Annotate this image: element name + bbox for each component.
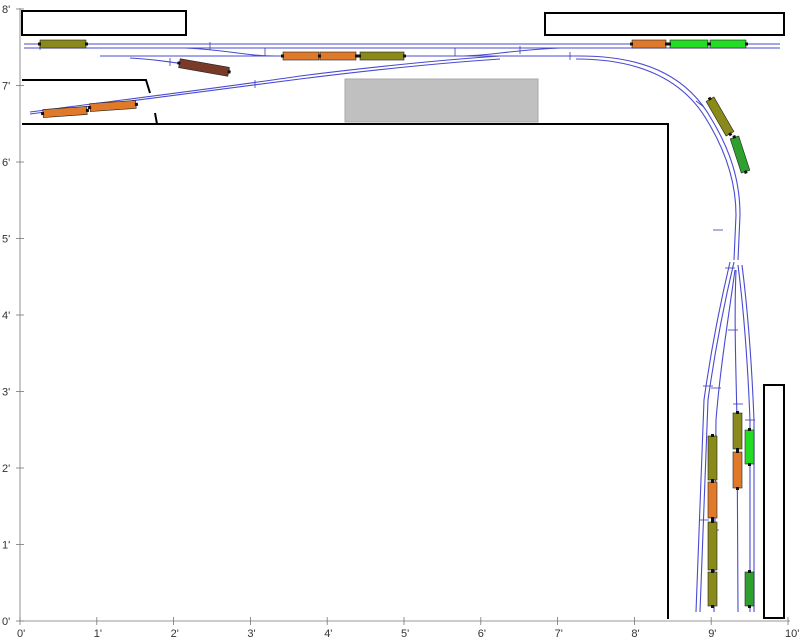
coupler bbox=[355, 54, 358, 58]
coupler bbox=[630, 42, 633, 46]
main-benchwork-edge bbox=[22, 112, 669, 619]
rail-car-orange bbox=[42, 106, 88, 118]
x-tick-label: 6' bbox=[478, 628, 486, 640]
rail-car-orange bbox=[89, 100, 137, 112]
coupler bbox=[736, 487, 739, 490]
top-right-shelf bbox=[544, 12, 785, 36]
coupler bbox=[711, 570, 714, 573]
coupler bbox=[318, 54, 321, 58]
y-tick-label: 0' bbox=[2, 616, 10, 628]
coupler bbox=[748, 605, 751, 608]
rail-car-orange bbox=[707, 481, 718, 519]
y-tick-label: 6' bbox=[2, 157, 10, 169]
x-tick-label: 9' bbox=[708, 628, 716, 640]
rail-car-olive bbox=[707, 571, 718, 607]
y-tick-label: 3' bbox=[2, 387, 10, 399]
right-side-shelf bbox=[763, 384, 785, 619]
track-network bbox=[24, 42, 780, 613]
coupler bbox=[711, 434, 714, 437]
x-tick-label: 10' bbox=[785, 628, 799, 640]
y-tick-label: 4' bbox=[2, 310, 10, 322]
coupler bbox=[748, 428, 751, 431]
rail-car-olive bbox=[359, 51, 405, 61]
coupler bbox=[745, 42, 748, 46]
y-axis-ticks: 0' 1' 2' 3' 4' 5' 6' 7' 8' bbox=[2, 4, 24, 628]
rail-car-olive bbox=[707, 521, 718, 571]
coupler bbox=[711, 480, 714, 483]
rail-car-green bbox=[709, 39, 747, 49]
rail-car-olive bbox=[39, 39, 87, 49]
x-tick-label: 4' bbox=[324, 628, 332, 640]
rail-car-orange bbox=[319, 51, 357, 61]
rail-car-olive bbox=[707, 435, 718, 481]
coupler bbox=[281, 54, 284, 58]
coupler bbox=[708, 42, 711, 46]
coupler bbox=[177, 61, 181, 65]
x-tick-label: 2' bbox=[171, 628, 179, 640]
track-plan-diagram: 0' 1' 2' 3' 4' 5' 6' 7' 8' 9' 10' 0' 1' 2' 3' 4' 5' 6' 7'… bbox=[2, 4, 799, 640]
rail-car-olive bbox=[732, 412, 743, 450]
coupler bbox=[668, 42, 671, 46]
coupler bbox=[748, 463, 751, 466]
coupler bbox=[711, 520, 714, 523]
rolling-stock bbox=[38, 39, 755, 608]
rail-car-orange bbox=[631, 39, 667, 49]
y-tick-label: 1' bbox=[2, 540, 10, 552]
y-tick-label: 7' bbox=[2, 81, 10, 93]
coupler bbox=[38, 42, 41, 46]
y-tick-label: 5' bbox=[2, 234, 10, 246]
rail-car-green bbox=[669, 39, 709, 49]
coupler bbox=[403, 54, 406, 58]
coupler bbox=[134, 102, 139, 106]
structure-block bbox=[344, 78, 539, 123]
rail-car-green bbox=[744, 429, 755, 465]
coupler bbox=[736, 450, 739, 453]
top-left-shelf bbox=[21, 10, 187, 36]
coupler bbox=[87, 106, 92, 110]
coupler bbox=[711, 517, 714, 520]
coupler bbox=[358, 54, 361, 58]
coupler bbox=[748, 570, 751, 573]
upper-left-step-edge bbox=[22, 79, 151, 94]
x-tick-label: 8' bbox=[631, 628, 639, 640]
coupler bbox=[40, 111, 45, 116]
rail-car-dark-green bbox=[744, 571, 755, 607]
x-tick-label: 3' bbox=[247, 628, 255, 640]
x-tick-label: 1' bbox=[94, 628, 102, 640]
y-tick-label: 8' bbox=[2, 4, 10, 16]
x-tick-label: 5' bbox=[401, 628, 409, 640]
coupler bbox=[85, 108, 90, 113]
coupler bbox=[736, 411, 739, 414]
rail-car-brown bbox=[178, 58, 230, 77]
x-tick-label: 7' bbox=[555, 628, 563, 640]
x-tick-label: 0' bbox=[17, 628, 25, 640]
x-axis-ticks: 0' 1' 2' 3' 4' 5' 6' 7' 8' 9' 10' bbox=[17, 617, 799, 640]
coupler bbox=[665, 42, 668, 46]
rail-car-orange bbox=[732, 451, 743, 489]
coupler bbox=[711, 605, 714, 608]
y-tick-label: 2' bbox=[2, 463, 10, 475]
rail-car-orange bbox=[282, 51, 320, 61]
coupler bbox=[85, 42, 88, 46]
coupler bbox=[227, 70, 231, 74]
curve-to-right-leg-rail bbox=[575, 58, 737, 261]
curve-to-right-leg bbox=[579, 55, 741, 261]
